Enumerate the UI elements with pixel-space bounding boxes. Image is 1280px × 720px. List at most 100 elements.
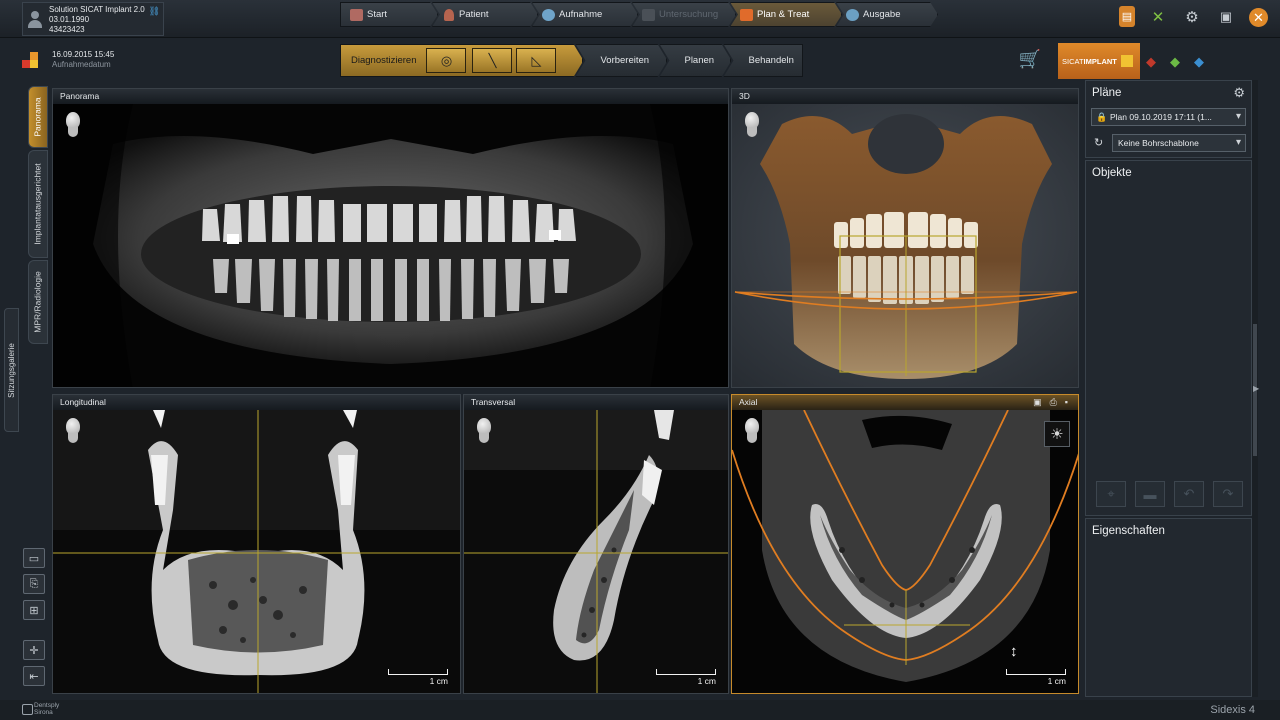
workflow-step-label: Plan & Treat [757, 9, 810, 20]
tab-implantatausgerichtet[interactable]: Implantatausgerichtet [28, 150, 48, 258]
orientation-head-icon[interactable] [475, 418, 493, 444]
layout-grid-icon[interactable]: ⊞ [23, 600, 45, 620]
workflow-step-aufnahme[interactable]: Aufnahme [532, 2, 638, 27]
undo-icon[interactable]: ↶ [1174, 481, 1204, 507]
workflow-step-label: Patient [459, 9, 489, 20]
study-date-text: 16.09.2015 15:45 Aufnahmedatum [52, 50, 114, 70]
scale-label: 1 cm [429, 676, 448, 686]
phase-label: Behandeln [748, 55, 794, 66]
layout-tools: ▭ ⎘ ⊞ ✛ ⇤ [23, 548, 47, 692]
sicat-brand-bold: IMPLANT [1083, 56, 1117, 66]
tab-label: Sitzungsgalerie [7, 342, 17, 398]
sicat-logo-icon [22, 52, 40, 68]
status-bar: Dentsply Sirona Sidexis 4 [0, 700, 1280, 720]
volume-adjust-icon[interactable]: ◎ [426, 48, 466, 73]
cart-icon[interactable]: 🛒 [1018, 49, 1042, 71]
patient-info[interactable]: Solution SICAT Implant 2.0 03.01.1990 43… [22, 2, 164, 36]
crosshair-toggle-icon[interactable]: ✛ [23, 640, 45, 660]
scale-bar: 1 cm [1006, 669, 1066, 687]
objects-section: Objekte ⌖ ▬ ↶ ↷ [1085, 160, 1252, 516]
document-icon[interactable]: ▤ [1119, 6, 1135, 27]
brand-line2: Sirona [34, 709, 53, 716]
close-icon[interactable]: ✕ [1249, 8, 1268, 27]
workflow-step-label: Ausgabe [863, 9, 901, 20]
workflow-step-label: Start [367, 9, 388, 20]
tab-panorama[interactable]: Panorama [28, 86, 48, 148]
focus-object-icon[interactable]: ⌖ [1096, 481, 1126, 507]
viewport-panorama[interactable]: Panorama [52, 88, 729, 388]
patient-birthdate: 03.01.1990 [49, 15, 90, 24]
plan-treat-icon [740, 9, 753, 21]
axial-slice-image [732, 410, 1078, 693]
distance-measure-icon[interactable]: ╲ [472, 48, 512, 73]
object-toolbar: ⌖ ▬ ↶ ↷ [1096, 481, 1243, 507]
phase-vorbereiten[interactable]: Vorbereiten [575, 44, 667, 77]
workflow-step-ausgabe[interactable]: Ausgabe [836, 2, 938, 27]
phase-steps: Diagnostizieren ◎ ╲ ◺ Vorbereiten Planen… [340, 44, 804, 77]
resize-cursor-icon: ↕ [1010, 643, 1018, 660]
plan-select[interactable]: 🔒 Plan 09.10.2019 17:11 (1... [1091, 108, 1246, 126]
collapse-arrow-icon[interactable]: ▶ [1253, 384, 1259, 393]
phase-planen[interactable]: Planen [659, 44, 731, 77]
viewport-header-tools: ▣ ⎙ ▪ [1033, 397, 1068, 408]
window-icon[interactable]: ▣ [1215, 6, 1237, 28]
home-icon [350, 9, 363, 21]
angle-measure-icon[interactable]: ◺ [516, 48, 556, 73]
viewport-longitudinal[interactable]: Longitudinal 1 cm [52, 394, 461, 694]
sicat-endo-icon[interactable]: ◆ [1194, 54, 1204, 70]
workflow-step-untersuchung: Untersuchung [632, 2, 736, 27]
scale-label: 1 cm [697, 676, 716, 686]
export-icon[interactable]: ⎘ [23, 574, 45, 594]
gear-icon[interactable]: ⚙ [1233, 85, 1245, 101]
globe-icon [846, 9, 859, 21]
tools-icon[interactable]: ✕ [1147, 6, 1169, 28]
reset-view-icon[interactable]: ⇤ [23, 666, 45, 686]
orientation-head-icon[interactable] [743, 418, 761, 444]
orientation-head-icon[interactable] [64, 418, 82, 444]
right-panel: Pläne ⚙ 🔒 Plan 09.10.2019 17:11 (1... ↻ … [1085, 80, 1252, 697]
viewport-title: Panorama [53, 89, 728, 104]
scale-bar-line [388, 669, 448, 675]
secondary-bar: 16.09.2015 15:45 Aufnahmedatum Diagnosti… [22, 40, 1258, 82]
study-date-label: Aufnahmedatum [52, 60, 111, 69]
patient-icon [444, 9, 454, 21]
viewport-transversal[interactable]: Transversal 1 cm [463, 394, 729, 694]
viewport-3d[interactable]: 3D [731, 88, 1079, 388]
brightness-icon[interactable]: ☀ [1044, 421, 1070, 447]
settings-icon[interactable]: ⚙ [1181, 6, 1203, 28]
tab-label: Implantatausgerichtet [33, 163, 43, 245]
camera-icon[interactable]: ▣ [1033, 397, 1042, 408]
application-window: Solution SICAT Implant 2.0 03.01.1990 43… [0, 0, 1280, 720]
patient-id: 43423423 [49, 25, 85, 34]
redo-icon[interactable]: ↷ [1213, 481, 1243, 507]
viewport-axial[interactable]: Axial ▣ ⎙ ▪ ☀ ↕ 1 cm [731, 394, 1079, 694]
phase-diagnostizieren[interactable]: Diagnostizieren ◎ ╲ ◺ [340, 44, 583, 77]
workflow-step-start[interactable]: Start [340, 2, 438, 27]
tab-mpr-radiologie[interactable]: MPR/Radiologie [28, 260, 48, 344]
remove-object-icon[interactable]: ▬ [1135, 481, 1165, 507]
screenshot-icon[interactable]: ▭ [23, 548, 45, 568]
orientation-head-icon[interactable] [743, 112, 761, 138]
phase-label: Vorbereiten [600, 55, 650, 66]
export-view-icon[interactable]: ⎙ [1050, 397, 1057, 408]
workflow-step-patient[interactable]: Patient [432, 2, 538, 27]
sicat-air-icon[interactable]: ◆ [1170, 54, 1180, 70]
drill-template-value: Keine Bohrschablone [1118, 138, 1199, 148]
product-name: Sidexis 4 [1210, 704, 1255, 716]
maximize-icon[interactable]: ▪ [1065, 397, 1068, 408]
transversal-slice-image [464, 410, 728, 693]
scale-bar: 1 cm [388, 669, 448, 687]
phase-behandeln[interactable]: Behandeln [723, 44, 804, 77]
drill-template-select[interactable]: Keine Bohrschablone [1112, 134, 1246, 152]
scale-bar: 1 cm [656, 669, 716, 687]
plans-section: Pläne ⚙ 🔒 Plan 09.10.2019 17:11 (1... ↻ … [1085, 80, 1252, 158]
tab-label: MPR/Radiologie [33, 271, 44, 333]
refresh-icon[interactable]: ↻ [1094, 136, 1103, 149]
sicat-function-icon[interactable]: ◆ [1146, 54, 1156, 70]
patient-details: Solution SICAT Implant 2.0 03.01.1990 43… [49, 5, 145, 35]
link-icon[interactable]: ⛓ [149, 6, 160, 17]
sicat-implant-logo[interactable]: SICAT IMPLANT [1058, 43, 1140, 79]
tab-session-gallery[interactable]: Sitzungsgalerie [4, 308, 19, 432]
orientation-head-icon[interactable] [64, 112, 82, 138]
workflow-step-plan-treat[interactable]: Plan & Treat [730, 2, 842, 27]
